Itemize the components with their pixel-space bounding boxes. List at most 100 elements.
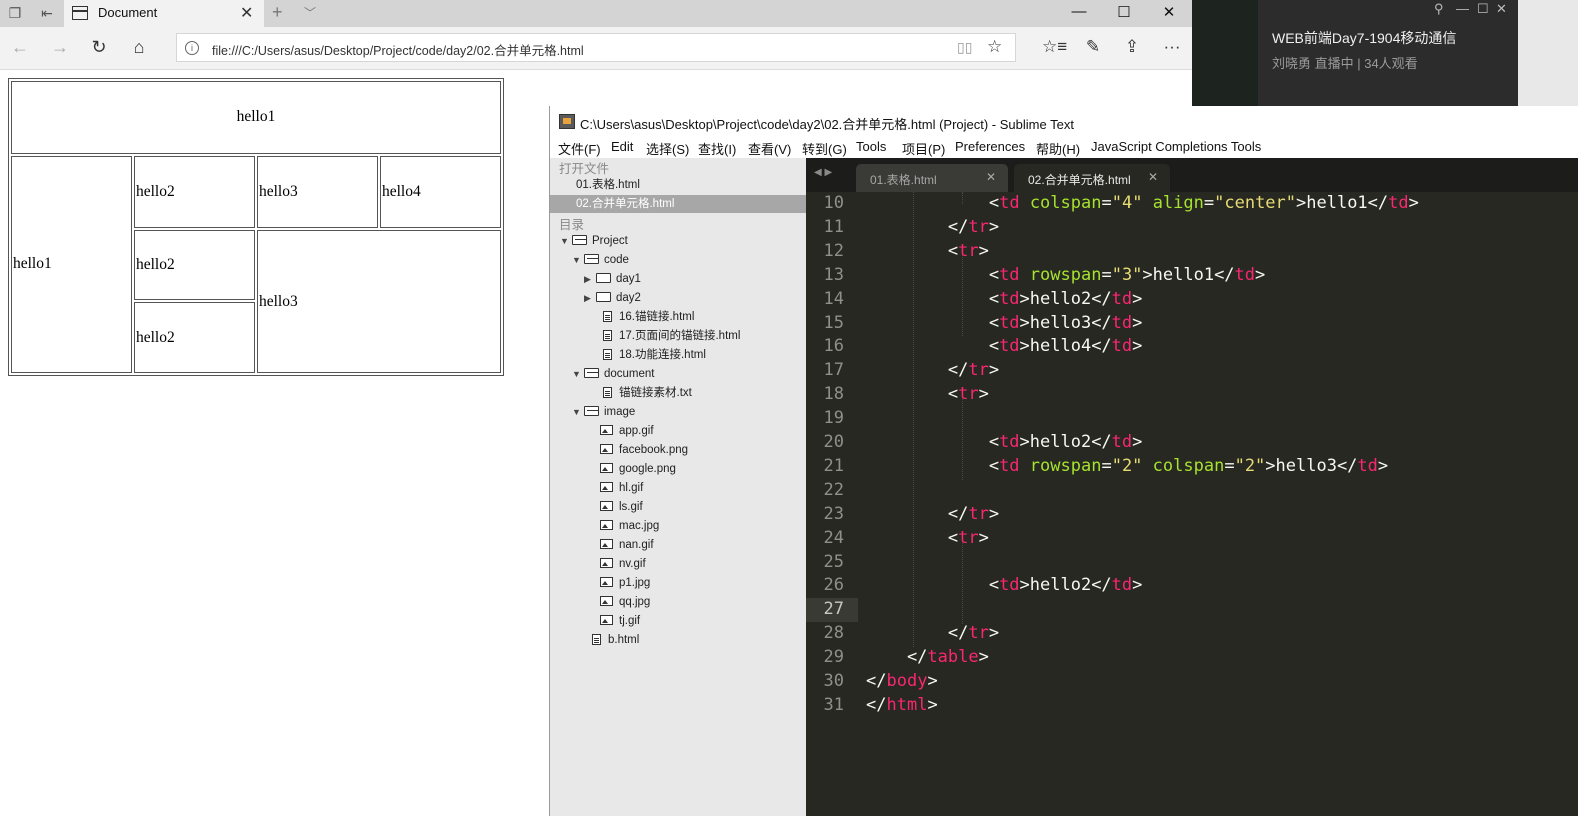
table-cell: hello1 [11,155,132,373]
favorite-star-icon[interactable]: ☆ [987,37,1002,57]
code-token: < [866,384,959,405]
tree-file[interactable]: nv.gif [600,555,646,573]
tree-file[interactable]: tj.gif [600,612,640,630]
menu-edit[interactable]: Edit [611,139,633,154]
tree-file[interactable]: facebook.png [600,441,688,459]
url-input[interactable]: i file:///C:/Users/asus/Desktop/Project/… [176,33,1016,62]
code-line: </table> [866,646,989,670]
info-icon[interactable]: i [185,41,199,55]
tree-file[interactable]: hl.gif [600,479,643,497]
tree-folder-day1[interactable]: ▶ day1 [584,270,641,288]
tab-close-icon[interactable]: ✕ [1148,170,1158,184]
menu-project[interactable]: 项目(P) [902,139,945,158]
home-icon[interactable]: ⌂ [127,37,151,57]
code-token: > [978,384,989,405]
tree-folder-code[interactable]: ▼ code [572,251,629,269]
tab-manager-icon[interactable]: ❐ [5,4,25,22]
minimize-button[interactable]: — [1064,3,1094,20]
tree-file[interactable]: qq.jpg [600,593,650,611]
tree-folder-day2[interactable]: ▶ day2 [584,289,641,307]
tab-close-icon[interactable]: ✕ [240,3,253,23]
code-line: <td>hello2</td> [866,431,1143,455]
tree-file[interactable]: 16.锚链接.html [603,308,694,326]
code-line: <tr> [866,527,989,551]
tree-file[interactable]: 锚链接素材.txt [603,384,692,402]
tree-folder-document[interactable]: ▼ document [572,365,655,383]
expanded-arrow-icon: ▼ [572,255,581,265]
pin-icon[interactable]: ⚲ [1434,1,1444,17]
code-token: colspan [1152,455,1225,476]
pen-icon[interactable]: ✎ [1081,37,1105,57]
code-token: td [1388,193,1409,213]
code-token: > [1132,312,1143,333]
refresh-icon[interactable]: ↻ [87,37,111,57]
new-tab-icon[interactable]: + [272,2,283,23]
line-number: 14 [823,288,844,309]
code-token: "4" [1111,193,1143,213]
code-token: rowspan [1029,455,1102,476]
tab-nav-arrows-icon[interactable]: ◀ ▶ [814,167,832,178]
menu-preferences[interactable]: Preferences [955,139,1025,154]
tree-folder-image[interactable]: ▼ image [572,403,635,421]
code-token: > [1132,336,1143,357]
code-token: </ [866,216,969,237]
menu-tools[interactable]: Tools [856,139,886,154]
tree-file[interactable]: mac.jpg [600,517,659,535]
code-token: < [866,455,1000,476]
tree-file[interactable]: ls.gif [600,498,643,516]
menu-find[interactable]: 查找(I) [698,139,736,158]
back-arrow-icon[interactable]: ← [8,37,32,57]
menu-goto[interactable]: 转到(G) [802,139,847,158]
close-window-button[interactable]: ✕ [1154,3,1184,21]
editor-tab-active[interactable]: 02.合并单元格.html ✕ [1014,164,1170,192]
tree-file[interactable]: app.gif [600,422,654,440]
menu-help[interactable]: 帮助(H) [1036,139,1080,158]
code-token: >hello1</ [1296,193,1389,213]
close-icon[interactable]: ✕ [1496,1,1507,17]
code-area[interactable]: <td colspan="4" align="center">hello1</t… [866,192,1578,816]
sublime-app-icon [559,114,575,129]
tree-label: facebook.png [619,444,689,456]
tree-file[interactable]: b.html [592,631,639,649]
open-file-item[interactable]: 02.合并单元格.html [576,195,674,213]
code-token: < [866,264,1000,285]
forward-arrow-icon[interactable]: → [48,37,72,57]
share-icon[interactable]: ⇪ [1120,37,1144,57]
menu-file[interactable]: 文件(F) [558,139,601,158]
tree-label: hl.gif [619,482,644,494]
tree-file[interactable]: 17.页面间的锚链接.html [603,327,740,345]
code-token: >hello3</ [1019,312,1112,333]
maximize-icon[interactable]: ☐ [1477,1,1489,17]
tree-label: nv.gif [619,558,646,570]
browser-tab-document[interactable]: Document ✕ [64,0,264,27]
tree-file[interactable]: google.png [600,460,676,478]
folders-header: 目录 [559,218,585,232]
menu-js-completions[interactable]: JavaScript Completions Tools [1091,139,1261,154]
reading-view-icon[interactable]: ▯▯ [957,39,972,56]
editor-tab-bar: ◀ ▶ 01.表格.html ✕ 02.合并单元格.html ✕ [806,158,1578,192]
menu-selection[interactable]: 选择(S) [646,139,689,158]
minimize-icon[interactable]: — [1456,1,1469,16]
code-token: < [866,432,1000,452]
tab-close-icon[interactable]: ✕ [986,170,996,184]
code-token: = [1101,264,1112,285]
tree-file[interactable]: nan.gif [600,536,654,554]
code-token: align [1152,193,1204,213]
open-file-item[interactable]: 01.表格.html [576,176,640,194]
set-aside-tabs-icon[interactable]: ⇤ [37,4,57,22]
maximize-button[interactable]: ☐ [1109,3,1139,21]
chevron-down-icon[interactable]: ﹀ [304,4,316,21]
editor-pane: ◀ ▶ 01.表格.html ✕ 02.合并单元格.html ✕ 10 11 12 1… [806,158,1578,816]
code-token: > [1408,193,1419,213]
more-options-icon[interactable]: ··· [1160,37,1184,57]
tree-file[interactable]: 18.功能连接.html [603,346,706,364]
tree-label: nan.gif [619,539,654,551]
favorites-list-icon[interactable]: ☆≡ [1042,37,1067,57]
tree-file[interactable]: p1.jpg [600,574,650,592]
editor-tab[interactable]: 01.表格.html ✕ [856,164,1008,192]
folder-open-icon [584,406,599,416]
tree-folder-project[interactable]: ▼ Project [560,232,628,250]
menu-view[interactable]: 查看(V) [748,139,791,158]
